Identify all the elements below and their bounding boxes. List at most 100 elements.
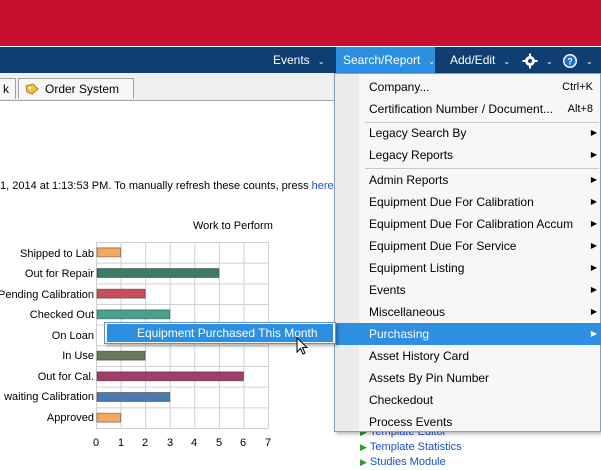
- tab-strip: k Order System: [0, 73, 334, 101]
- x-tick-label: 1: [118, 437, 125, 449]
- chevron-right-icon: ▶: [590, 175, 597, 184]
- menu-shortcut: Alt+8: [567, 103, 593, 115]
- menu-item-events[interactable]: Events ▶: [359, 279, 601, 301]
- tab-partial[interactable]: k: [0, 78, 16, 99]
- menu-item-legacy-reports[interactable]: Legacy Reports ▶: [359, 144, 601, 166]
- tab-order-system[interactable]: Order System: [18, 78, 134, 99]
- nav-events[interactable]: Events ⌄: [273, 47, 324, 73]
- x-tick-label: 6: [240, 437, 247, 449]
- nav-search-report[interactable]: Search/Report ⌄: [336, 47, 435, 73]
- bar-in-use: [96, 350, 146, 361]
- menu-item-company[interactable]: Company... Ctrl+K: [359, 76, 601, 98]
- chart-title: Work to Perform: [193, 220, 273, 232]
- category-label: Out for Cal.: [37, 371, 94, 383]
- menu-item-certification-number[interactable]: Certification Number / Document... Alt+8: [359, 98, 601, 120]
- chevron-right-icon: ▶: [590, 329, 597, 338]
- menu-shortcut: Ctrl+K: [562, 81, 593, 93]
- help-menu[interactable]: ? ⌄: [562, 47, 593, 73]
- svg-text:?: ?: [567, 56, 573, 66]
- menu-item-label: Asset History Card: [369, 349, 470, 363]
- chevron-right-icon: ▶: [590, 219, 597, 228]
- bar-out-for-cal: [96, 371, 244, 382]
- play-icon: ▶: [360, 442, 367, 452]
- bar-checked-out: [96, 309, 171, 320]
- search-report-dropdown: Company... Ctrl+K Certification Number / …: [334, 73, 601, 432]
- nav-add-edit[interactable]: Add/Edit ⌄: [450, 47, 510, 73]
- x-tick-label: 2: [142, 437, 149, 449]
- menu-item-label: Miscellaneous: [369, 305, 446, 319]
- menu-item-legacy-search-by[interactable]: Legacy Search By ▶: [359, 122, 601, 144]
- refresh-link[interactable]: here: [312, 180, 334, 192]
- bar-shipped-to-lab: [96, 247, 122, 258]
- menu-item-label: Equipment Due For Calibration Accum: [369, 217, 574, 231]
- category-label: Pending Calibration: [0, 289, 94, 301]
- x-tick-label: 3: [167, 437, 174, 449]
- link-label: Template Statistics: [369, 441, 462, 453]
- nav-search-report-label: Search/Report: [343, 53, 421, 67]
- menu-item-label: Legacy Search By: [369, 126, 467, 140]
- status-message: 1, 2014 at 1:13:53 PM. To manually refre…: [0, 180, 312, 192]
- mouse-cursor-icon: [296, 337, 309, 355]
- menu-item-label: Events: [369, 283, 406, 297]
- link-label: Studies Module: [369, 456, 446, 468]
- menu-item-assets-by-pin-number[interactable]: Assets By Pin Number: [359, 367, 601, 389]
- chevron-right-icon: ▶: [590, 197, 597, 206]
- menu-item-label: Legacy Reports: [369, 148, 454, 162]
- category-label: Approved: [46, 412, 94, 424]
- chevron-right-icon: ▶: [590, 128, 597, 137]
- menu-item-equipment-due-for-service[interactable]: Equipment Due For Service ▶: [359, 235, 601, 257]
- menu-item-label: Purchasing: [369, 327, 430, 341]
- chevron-down-icon: ⌄: [586, 57, 593, 66]
- menu-item-equipment-due-for-calibration[interactable]: Equipment Due For Calibration ▶: [359, 191, 601, 213]
- chevron-right-icon: ▶: [590, 150, 597, 159]
- chevron-down-icon: ⌄: [503, 57, 511, 66]
- template-statistics-link[interactable]: ▶ Template Statistics: [360, 441, 462, 453]
- menu-item-label: Checkedout: [369, 393, 434, 407]
- play-icon: ▶: [360, 457, 367, 467]
- chevron-right-icon: ▶: [590, 263, 597, 272]
- chevron-right-icon: ▶: [590, 241, 597, 250]
- help-icon: ?: [563, 53, 577, 68]
- menu-item-label: Admin Reports: [369, 173, 449, 187]
- x-tick-label: 5: [216, 437, 223, 449]
- menu-item-purchasing[interactable]: Purchasing ▶: [336, 323, 601, 345]
- studies-module-link[interactable]: ▶ Studies Module: [360, 456, 446, 468]
- bar-pending-calibration: [96, 288, 146, 299]
- menu-item-label: Assets By Pin Number: [369, 371, 490, 385]
- bar-approved: [96, 412, 122, 423]
- chevron-down-icon: ⌄: [428, 57, 436, 66]
- chevron-down-icon: ⌄: [317, 57, 325, 66]
- menu-item-label: Process Events: [369, 415, 453, 429]
- menu-item-checkedout[interactable]: Checkedout: [359, 389, 601, 411]
- tab-partial-label: k: [3, 82, 9, 96]
- x-tick-label: 7: [265, 437, 272, 449]
- category-label: waiting Calibration: [4, 391, 94, 403]
- top-nav-bar: Events ⌄ Search/Report ⌄ Add/Edit ⌄ ⌄ ? ⌄: [0, 47, 601, 73]
- refresh-status-text: 1, 2014 at 1:13:53 PM. To manually refre…: [0, 180, 334, 192]
- nav-events-label: Events: [273, 53, 310, 67]
- order-tag-icon: [25, 83, 39, 95]
- x-tick-label: 0: [93, 437, 100, 449]
- menu-item-miscellaneous[interactable]: Miscellaneous ▶: [359, 301, 601, 323]
- tab-order-system-label: Order System: [45, 82, 120, 96]
- menu-item-admin-reports[interactable]: Admin Reports ▶: [359, 169, 601, 191]
- submenu-item-label: Equipment Purchased This Month: [137, 326, 318, 340]
- chevron-right-icon: ▶: [590, 285, 597, 294]
- nav-add-edit-label: Add/Edit: [450, 53, 496, 67]
- menu-item-label: Equipment Due For Calibration: [369, 195, 534, 209]
- menu-item-label: Equipment Due For Service: [369, 239, 517, 253]
- category-label: Checked Out: [29, 309, 94, 321]
- menu-gutter: [335, 74, 359, 431]
- chevron-right-icon: ▶: [590, 307, 597, 316]
- menu-item-process-events[interactable]: Process Events: [359, 411, 601, 433]
- category-label: On Loan: [51, 330, 94, 342]
- chevron-down-icon: ⌄: [546, 57, 553, 66]
- menu-item-equipment-listing[interactable]: Equipment Listing ▶: [359, 257, 601, 279]
- bar-awaiting-calibration: [96, 392, 171, 402]
- x-tick-label: 4: [191, 437, 198, 449]
- gear-icon: [522, 53, 538, 69]
- category-label: In Use: [62, 350, 94, 362]
- settings-menu[interactable]: ⌄: [522, 47, 553, 73]
- menu-item-asset-history-card[interactable]: Asset History Card: [359, 345, 601, 367]
- menu-item-equipment-due-for-calibration-accum[interactable]: Equipment Due For Calibration Accum ▶: [359, 213, 601, 235]
